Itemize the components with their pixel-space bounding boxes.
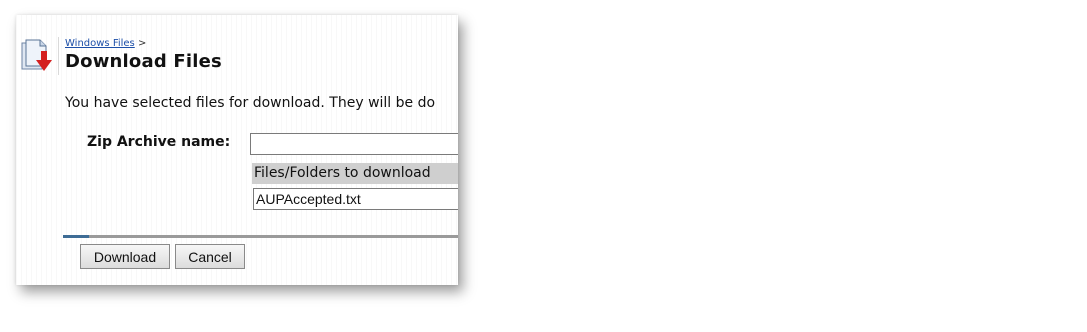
file-download-icon <box>20 39 54 73</box>
form-divider-accent <box>63 235 89 238</box>
breadcrumb-link-windows-files[interactable]: Windows Files <box>65 38 135 49</box>
page-title: Download Files <box>65 51 222 72</box>
zip-archive-name-label: Zip Archive name: <box>87 134 231 150</box>
file-item-aupaccepted[interactable] <box>253 188 458 210</box>
zip-archive-name-input[interactable] <box>250 133 458 155</box>
download-files-panel: Windows Files > Download Files You have … <box>16 15 458 285</box>
breadcrumb-separator: > <box>137 38 147 49</box>
download-button[interactable]: Download <box>80 244 170 269</box>
cancel-button[interactable]: Cancel <box>175 244 245 269</box>
breadcrumb: Windows Files > <box>65 38 146 49</box>
files-to-download-header: Files/Folders to download <box>252 163 458 184</box>
title-separator <box>58 37 59 75</box>
form-divider <box>63 235 458 238</box>
intro-text: You have selected files for download. Th… <box>65 95 436 111</box>
